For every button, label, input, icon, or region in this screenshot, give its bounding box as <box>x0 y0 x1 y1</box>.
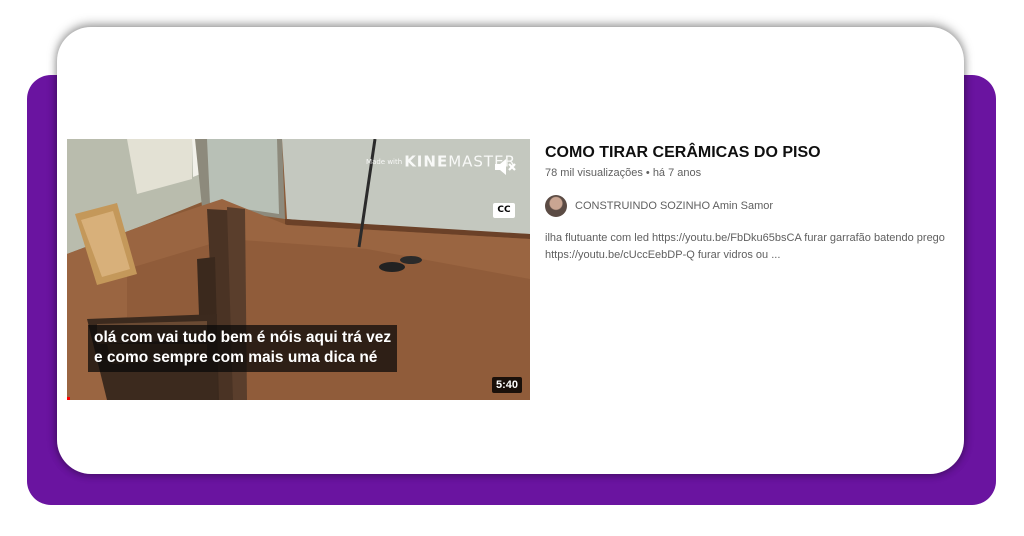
video-description: ilha flutuante com led https://youtu.be/… <box>545 232 945 261</box>
caption-line-2: e como sempre com mais uma dica né <box>94 349 378 366</box>
caption-line-1: olá com vai tudo bem é nóis aqui trá vez <box>94 329 392 346</box>
video-info: COMO TIRAR CERÂMICAS DO PISO 78 mil visu… <box>545 142 965 264</box>
subtitle-caption: olá com vai tudo bem é nóis aqui trá vez… <box>88 325 398 372</box>
channel-row[interactable]: CONSTRUINDO SOZINHO Amin Samor <box>545 194 965 218</box>
watch-progress-bar <box>67 397 70 400</box>
upload-age: há 7 anos <box>652 167 702 179</box>
channel-avatar[interactable] <box>545 195 567 217</box>
channel-name[interactable]: CONSTRUINDO SOZINHO Amin Samor <box>575 200 773 212</box>
closed-captions-button[interactable]: CC <box>493 203 515 218</box>
watermark-made-with: Made with <box>366 157 403 166</box>
view-count: 78 mil visualizações <box>545 167 643 179</box>
watermark-kine: KINE <box>404 152 449 171</box>
video-thumbnail[interactable]: Made with KINEMASTER CC olá com vai tudo … <box>67 139 530 400</box>
speaker-muted-icon[interactable] <box>494 157 518 177</box>
video-title[interactable]: COMO TIRAR CERÂMICAS DO PISO <box>545 142 965 164</box>
video-meta: 78 mil visualizações • há 7 anos <box>545 166 965 180</box>
meta-separator: • <box>645 167 650 179</box>
duration-badge: 5:40 <box>491 377 522 393</box>
